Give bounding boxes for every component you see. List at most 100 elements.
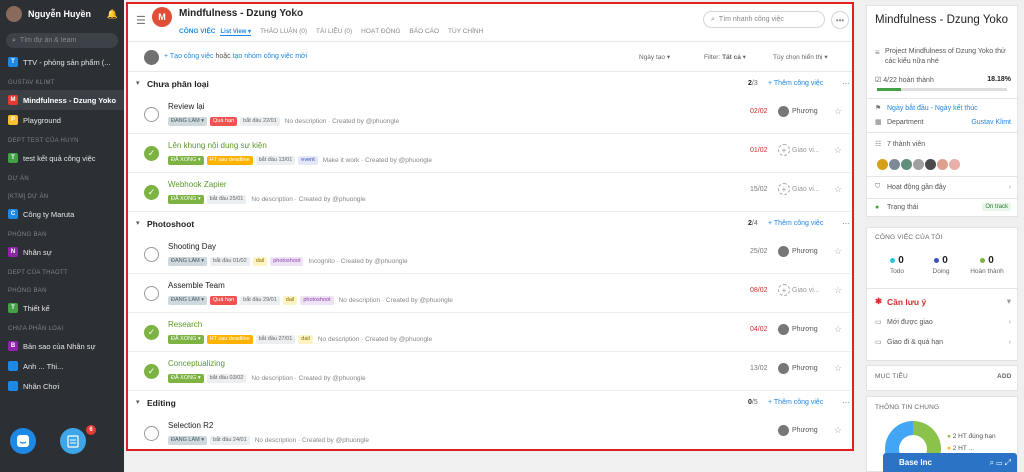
star-icon[interactable]: ☆ — [834, 285, 842, 296]
tab-0[interactable]: CÔNG VIỆC List View ▾ — [179, 25, 252, 39]
attention-row[interactable]: ✱ Cần lưu ý ▾ — [875, 296, 1011, 307]
task-tag[interactable]: ĐANG LÀM ▾ — [168, 436, 208, 445]
task-row[interactable]: Selection R2 ĐANG LÀM ▾ bắt đầu 24/01 No de… — [128, 414, 852, 449]
task-row[interactable]: ✓ Research ĐÃ XONG ▾ HT sau deadline bắt đầu… — [128, 313, 852, 352]
add-task-button[interactable]: + Thêm công việc — [768, 80, 823, 87]
star-icon[interactable]: ☆ — [834, 246, 842, 257]
task-row[interactable]: Review lại ĐANG LÀM ▾ Quá hạn bắt đầu 22/01… — [128, 95, 852, 134]
task-tag[interactable]: ĐANG LÀM ▾ — [168, 296, 208, 305]
add-task-button[interactable]: + Thêm công việc — [768, 399, 823, 406]
task-assignee[interactable]: Giao vi... — [792, 147, 820, 154]
sidebar-search[interactable]: ⌕ Tìm dự án & team — [6, 33, 118, 48]
task-tag[interactable]: ĐÃ XONG ▾ — [168, 195, 204, 204]
task-name[interactable]: Conceptualizing — [168, 359, 225, 368]
chat-bar[interactable]: Base Inc ⌕ ▭ ⤢ — [883, 453, 1017, 472]
quick-search-input[interactable]: ⌕ Tìm nhanh công việc — [703, 11, 825, 28]
sidebar-item[interactable]: Nhân Chơi — [0, 376, 124, 396]
chat-bar-controls[interactable]: ⌕ ▭ ⤢ — [990, 458, 1011, 468]
more-icon[interactable]: ⋯ — [842, 79, 850, 88]
todo-counter[interactable]: 0 Todo — [875, 255, 919, 275]
recent-activity-row[interactable]: ⛉ Hoạt động gần đây › — [875, 183, 1011, 191]
bell-icon[interactable]: 🔔 — [107, 9, 118, 20]
sidebar-item[interactable]: Anh ... Thi... — [0, 356, 124, 376]
task-assignee[interactable]: Phương — [792, 108, 818, 115]
task-assignee[interactable]: Phương — [792, 248, 818, 255]
department-value[interactable]: Gustav Klimt — [971, 119, 1011, 126]
sidebar-item[interactable]: B Bản sao của Nhân sự — [0, 336, 124, 356]
sidebar-item[interactable]: C Công ty Maruta — [0, 204, 124, 224]
task-assignee[interactable]: Giao vi... — [792, 287, 820, 294]
doing-counter[interactable]: 0 Doing — [919, 255, 963, 275]
task-name[interactable]: Assemble Team — [168, 281, 225, 290]
star-icon[interactable]: ☆ — [292, 8, 301, 19]
date-range[interactable]: ⚑ Ngày bắt đầu - Ngày kết thúc — [875, 104, 1011, 113]
create-group-link[interactable]: tạo nhóm công việc mới — [233, 53, 308, 60]
star-icon[interactable]: ☆ — [834, 145, 842, 156]
task-checkbox[interactable]: ✓ — [144, 146, 159, 161]
task-tag[interactable]: ĐANG LÀM ▾ — [168, 257, 208, 266]
sidebar-item[interactable]: P Playground — [0, 110, 124, 130]
task-name[interactable]: Webhook Zapier — [168, 180, 227, 189]
task-name[interactable]: Lên khung nội dung sự kiện — [168, 141, 267, 150]
goals-add-button[interactable]: ADD — [997, 373, 1012, 380]
task-name[interactable]: Review lại — [168, 102, 204, 111]
task-checkbox[interactable]: ✓ — [144, 185, 159, 200]
task-checkbox[interactable] — [144, 426, 159, 441]
task-assignee[interactable]: Phương — [792, 326, 818, 333]
task-row[interactable]: ✓ Lên khung nội dung sự kiện ĐÃ XONG ▾ HT s… — [128, 134, 852, 173]
task-tag[interactable]: ĐANG LÀM ▾ — [168, 117, 208, 126]
star-icon[interactable]: ☆ — [834, 425, 842, 436]
tab-4[interactable]: BÁO CÁO — [409, 25, 439, 39]
create-task-link[interactable]: + Tạo công việc — [164, 53, 214, 60]
user-menu[interactable]: Nguyễn Huyền 🔔 — [0, 0, 124, 28]
tasks-launcher-button[interactable] — [60, 428, 86, 454]
done-counter[interactable]: 0 Hoàn thành — [965, 255, 1009, 275]
new-assigned-row[interactable]: ▭ Mới được giao › — [875, 318, 1011, 327]
display-options-dropdown[interactable]: Tùy chọn hiển thị ▾ — [773, 53, 828, 61]
more-icon[interactable]: ⋯ — [842, 398, 850, 407]
sidebar-item[interactable]: M Mindfulness - Dzung Yoko — [0, 90, 124, 110]
task-assignee[interactable]: Phương — [792, 427, 818, 434]
list-view-dropdown[interactable]: List View ▾ — [220, 29, 252, 36]
task-row[interactable]: Assemble Team ĐANG LÀM ▾ Quá hạn bắt đầu 29… — [128, 274, 852, 313]
task-assignee[interactable]: Phương — [792, 365, 818, 372]
star-icon[interactable]: ☆ — [834, 184, 842, 195]
sidebar-item[interactable]: T TTV - phòng sản phẩm (... — [0, 52, 124, 72]
task-assignee[interactable]: Giao vi... — [792, 186, 820, 193]
task-tag[interactable]: ĐÃ XONG ▾ — [168, 335, 204, 344]
assign-plus-icon[interactable]: + — [778, 183, 790, 195]
tab-5[interactable]: TÙY CHỈNH — [448, 25, 483, 39]
tab-1[interactable]: THẢO LUẬN (0) — [260, 25, 307, 39]
chat-launcher-button[interactable] — [10, 428, 36, 454]
task-checkbox[interactable] — [144, 107, 159, 122]
members-row[interactable]: ☷ 7 thành viên — [875, 140, 1011, 149]
task-tag[interactable]: ĐÃ XONG ▾ — [168, 374, 204, 383]
assign-plus-icon[interactable]: + — [778, 144, 790, 156]
add-task-button[interactable]: + Thêm công việc — [768, 220, 823, 227]
sidebar-item[interactable]: N Nhân sự — [0, 242, 124, 262]
caret-down-icon[interactable]: ▾ — [136, 398, 140, 406]
star-icon[interactable]: ☆ — [834, 106, 842, 117]
more-options-button[interactable]: ••• — [831, 11, 849, 29]
tab-2[interactable]: TÀI LIỆU (0) — [316, 25, 352, 39]
task-name[interactable]: Shooting Day — [168, 242, 216, 251]
filter-dropdown[interactable]: Filter: Tất cả ▾ — [704, 53, 746, 61]
star-icon[interactable]: ☆ — [834, 363, 842, 374]
task-checkbox[interactable] — [144, 247, 159, 262]
task-name[interactable]: Selection R2 — [168, 421, 213, 430]
star-icon[interactable]: ☆ — [834, 324, 842, 335]
task-checkbox[interactable]: ✓ — [144, 364, 159, 379]
task-row[interactable]: ✓ Webhook Zapier ĐÃ XONG ▾ bắt đầu 25/01 No … — [128, 173, 852, 212]
caret-down-icon[interactable]: ▾ — [136, 219, 140, 227]
tab-3[interactable]: HOẠT ĐỘNG — [361, 25, 400, 39]
assign-plus-icon[interactable]: + — [778, 284, 790, 296]
task-row[interactable]: ✓ Conceptualizing ĐÃ XONG ▾ bắt đầu 03/02 No… — [128, 352, 852, 391]
sidebar-item[interactable]: T Thiết kế — [0, 298, 124, 318]
task-name[interactable]: Research — [168, 320, 202, 329]
menu-icon[interactable]: ☰ — [136, 14, 146, 27]
task-checkbox[interactable]: ✓ — [144, 325, 159, 340]
member-avatars[interactable] — [877, 159, 961, 170]
task-tag[interactable]: ĐÃ XONG ▾ — [168, 156, 204, 165]
task-checkbox[interactable] — [144, 286, 159, 301]
sidebar-item[interactable]: Ttest kết quả công việc — [0, 148, 124, 168]
